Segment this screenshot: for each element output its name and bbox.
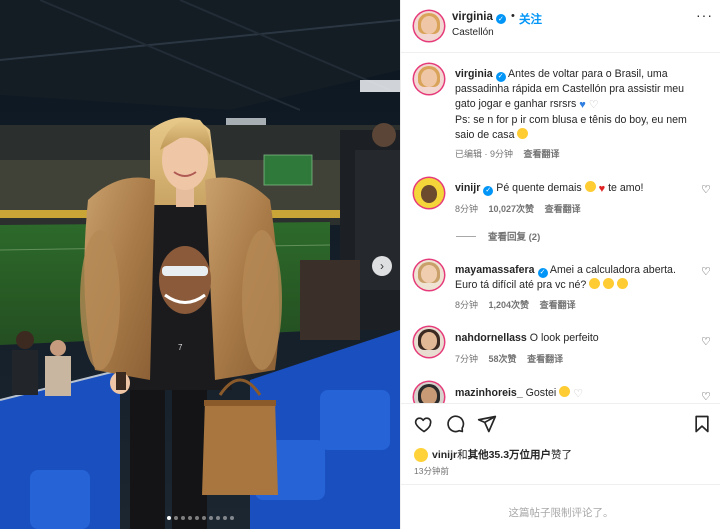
comment-text: nahdornellass O look perfeito — [455, 332, 599, 344]
comment-avatar[interactable] — [414, 327, 444, 357]
share-button[interactable] — [476, 413, 498, 435]
comment-meta: 8分钟 10,027次赞 查看翻译 — [455, 204, 581, 214]
comment-icon — [447, 415, 465, 433]
verified-badge-icon: ✓ — [495, 71, 506, 82]
carousel-dot — [194, 516, 199, 520]
heart-eyes-emoji-icon — [584, 181, 596, 192]
likes-count[interactable]: 其他35.3万位用户 — [468, 447, 551, 462]
comment-like-icon[interactable]: ♡ — [701, 390, 711, 403]
view-replies-button[interactable]: 查看回复 (2) — [456, 229, 540, 243]
heart-eyes-emoji-icon — [559, 386, 571, 397]
carousel-dot — [187, 516, 192, 520]
verified-badge-icon: ✓ — [495, 14, 506, 24]
post-timestamp: 13分钟前 — [414, 466, 449, 476]
follow-button[interactable]: 关注 — [519, 11, 542, 27]
comment-likes-count[interactable]: 1,204次赞 — [489, 300, 530, 310]
carousel-dot — [180, 516, 185, 520]
caption-text: virginia ✓ Antes de voltar para o Brasil,… — [455, 68, 687, 141]
stadium-photo-illustration: 7 — [0, 0, 400, 529]
comment-avatar[interactable] — [414, 260, 444, 290]
chevron-right-icon: › — [380, 259, 384, 273]
verified-badge-icon: ✓ — [483, 185, 494, 196]
post-side-panel: virginia ✓ • 关注 Castellón ··· virginia ✓ A… — [400, 0, 720, 529]
bookmark-icon — [695, 415, 709, 433]
verified-badge-icon: ✓ — [537, 267, 548, 278]
carousel-dots — [0, 516, 400, 520]
carousel-dot — [166, 516, 171, 520]
laughing-emoji-icon — [517, 128, 529, 139]
separator-dot: • — [511, 10, 515, 22]
instagram-post-dialog: 7 › virginia ✓ • 关注 Castellón ··· virgin… — [0, 0, 720, 529]
comment-translate-link[interactable]: 查看翻译 — [540, 300, 576, 310]
carousel-dot — [208, 516, 213, 520]
comment-text: vinijr ✓ Pé quente demais ♥ te amo! — [455, 181, 644, 196]
blue-heart-icon: ♥ — [579, 99, 586, 111]
carousel-dot — [229, 516, 234, 520]
liker-avatar — [414, 447, 428, 462]
next-image-button[interactable]: › — [372, 256, 392, 276]
caption-meta: 已编辑 · 9分钟 查看翻译 — [455, 147, 560, 160]
post-photo[interactable]: 7 › — [0, 0, 400, 529]
comment-likes-count[interactable]: 58次赞 — [489, 354, 517, 364]
comments-restricted-text: 这篇帖子限制评论了。 — [508, 507, 614, 519]
heart-icon — [414, 417, 432, 433]
carousel-dot — [201, 516, 206, 520]
comment-translate-link[interactable]: 查看翻译 — [545, 204, 581, 214]
laughing-emoji-icon — [603, 278, 615, 289]
caption-edited-time: 已编辑 · 9分钟 — [455, 149, 514, 159]
svg-text:7: 7 — [178, 343, 183, 352]
comment-avatar[interactable] — [414, 178, 444, 208]
post-header: virginia ✓ • 关注 Castellón ··· — [401, 0, 720, 53]
caption-translate-link[interactable]: 查看翻译 — [524, 149, 560, 159]
comments-restricted-footer: 这篇帖子限制评论了。 — [401, 484, 720, 529]
liker-username[interactable]: vinijr — [432, 449, 457, 461]
comment-avatar[interactable] — [414, 382, 444, 403]
comment-likes-count[interactable]: 10,027次赞 — [489, 204, 535, 214]
red-heart-icon: ♥ — [598, 183, 606, 195]
white-heart-icon: ♡ — [573, 388, 584, 400]
carousel-dot — [222, 516, 227, 520]
comments-list[interactable]: virginia ✓ Antes de voltar para o Brasil,… — [401, 54, 720, 403]
author-avatar[interactable] — [414, 11, 444, 41]
comment-translate-link[interactable]: 查看翻译 — [527, 354, 563, 364]
caption-avatar[interactable] — [414, 64, 444, 94]
like-button[interactable] — [413, 413, 435, 435]
comment-username[interactable]: nahdornellass — [455, 332, 527, 344]
comment-meta: 8分钟 1,204次赞 查看翻译 — [455, 300, 576, 310]
carousel-dot — [215, 516, 220, 520]
send-icon — [477, 415, 497, 433]
caption-username[interactable]: virginia — [455, 68, 493, 80]
comment-text: mayamassafera ✓ Amei a calculadora aberta… — [455, 264, 676, 291]
more-options-icon[interactable]: ··· — [696, 7, 713, 23]
comment-username[interactable]: mazinhoreis_ — [455, 387, 523, 399]
replies-divider — [456, 235, 476, 237]
comment-text: mazinhoreis_ Gostei ♡ — [455, 386, 584, 400]
comment-like-icon[interactable]: ♡ — [701, 335, 711, 348]
likes-summary[interactable]: vinijr 和 其他35.3万位用户 赞了 — [414, 447, 572, 462]
comment-like-icon[interactable]: ♡ — [701, 265, 711, 278]
laughing-emoji-icon — [589, 278, 601, 289]
author-username[interactable]: virginia ✓ — [452, 11, 506, 24]
carousel-dot — [173, 516, 178, 520]
comment-username[interactable]: mayamassafera — [455, 264, 535, 276]
comment-meta: 7分钟 58次赞 查看翻译 — [455, 354, 564, 364]
save-button[interactable] — [691, 413, 713, 435]
post-action-bar — [401, 403, 720, 443]
post-location[interactable]: Castellón — [452, 27, 494, 38]
comment-button[interactable] — [444, 413, 466, 435]
comment-like-icon[interactable]: ♡ — [701, 183, 711, 196]
laughing-emoji-icon — [617, 278, 629, 289]
comment-username[interactable]: vinijr — [455, 182, 480, 194]
white-heart-icon: ♡ — [588, 99, 599, 111]
